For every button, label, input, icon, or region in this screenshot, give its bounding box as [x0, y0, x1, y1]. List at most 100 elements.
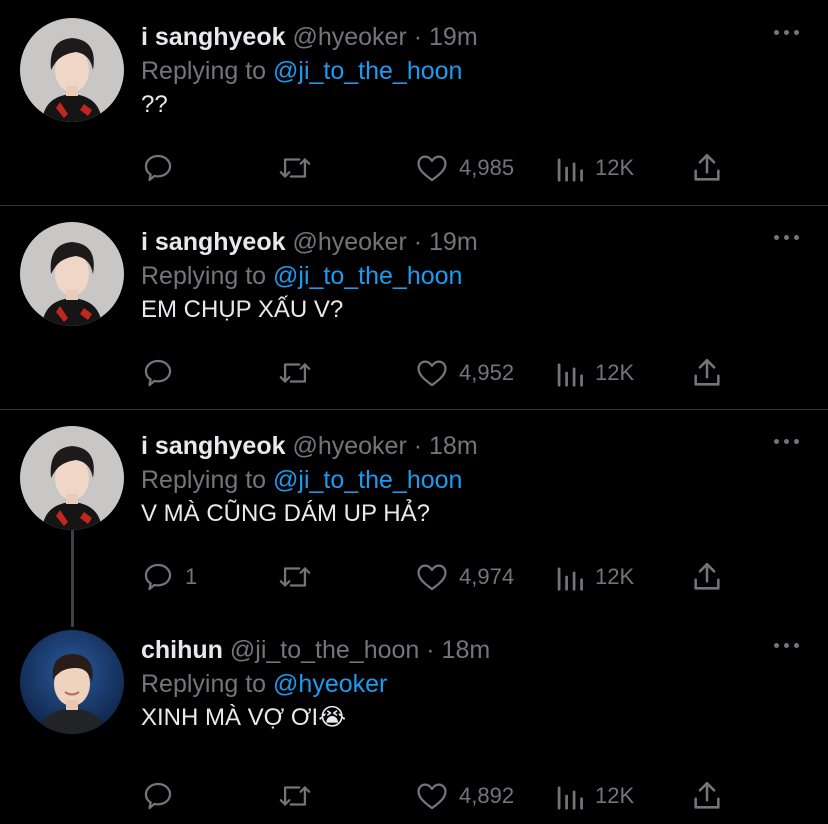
- replying-to-line: Replying to @hyeoker: [141, 667, 387, 701]
- avatar[interactable]: [20, 18, 124, 122]
- tweet-header: chihun @ji_to_the_hoon · 18m: [141, 633, 490, 667]
- retweet-icon: [279, 363, 311, 383]
- like-count: 4,985: [459, 155, 515, 180]
- reply-button[interactable]: [141, 778, 175, 814]
- like-button[interactable]: 4,974: [415, 559, 514, 595]
- like-button[interactable]: 4,892: [415, 778, 514, 814]
- tweet-text: XINH MÀ VỢ ƠI😭: [141, 704, 347, 731]
- separator: ·: [426, 636, 435, 664]
- replying-to-label: Replying to: [141, 57, 267, 85]
- retweet-button[interactable]: [276, 150, 314, 186]
- view-count: 12K: [595, 360, 635, 385]
- avatar[interactable]: [20, 222, 124, 326]
- more-icon[interactable]: [774, 233, 800, 243]
- separator: ·: [413, 228, 423, 256]
- tweet-text: ??: [141, 91, 168, 118]
- username[interactable]: @hyeoker: [292, 228, 406, 256]
- share-button[interactable]: [690, 355, 724, 391]
- like-count: 4,952: [459, 360, 515, 385]
- views-button[interactable]: 12K: [555, 778, 634, 814]
- more-icon[interactable]: [774, 437, 800, 447]
- avatar-image: [20, 426, 124, 530]
- avatar-image: [20, 630, 124, 734]
- tweet-header: i sanghyeok @hyeoker · 19m: [141, 20, 478, 54]
- like-button[interactable]: 4,952: [415, 355, 514, 391]
- share-button[interactable]: [690, 150, 724, 186]
- views-icon: [557, 158, 583, 182]
- replying-to-label: Replying to: [141, 670, 267, 698]
- retweet-icon: [279, 158, 311, 178]
- reply-icon: [144, 154, 172, 182]
- replying-to-label: Replying to: [141, 262, 267, 290]
- avatar-image: [20, 222, 124, 326]
- view-count: 12K: [595, 564, 635, 589]
- like-count: 4,974: [459, 564, 515, 589]
- more-icon[interactable]: [774, 641, 800, 651]
- separator: ·: [413, 23, 423, 51]
- views-icon: [557, 567, 583, 591]
- tweet[interactable]: i sanghyeok @hyeoker · 19m Replying to @…: [0, 205, 828, 409]
- share-icon: [694, 153, 720, 181]
- retweet-button[interactable]: [276, 355, 314, 391]
- replying-to-line: Replying to @ji_to_the_hoon: [141, 259, 462, 293]
- retweet-button[interactable]: [276, 559, 314, 595]
- reply-count: 1: [185, 564, 198, 589]
- replying-to-line: Replying to @ji_to_the_hoon: [141, 463, 462, 497]
- tweet[interactable]: chihun @ji_to_the_hoon · 18m Replying to…: [0, 613, 828, 824]
- view-count: 12K: [595, 155, 635, 180]
- reply-icon: [144, 563, 172, 591]
- timestamp[interactable]: 18m: [429, 432, 478, 460]
- timestamp[interactable]: 19m: [429, 228, 478, 256]
- tweet-text: V MÀ CŨNG DÁM UP HẢ?: [141, 500, 430, 527]
- tweet-actions: 1 4,974 12K: [0, 559, 828, 595]
- avatar[interactable]: [20, 426, 124, 530]
- retweet-icon: [279, 786, 311, 806]
- reply-button[interactable]: [141, 355, 175, 391]
- retweet-button[interactable]: [276, 778, 314, 814]
- like-button[interactable]: 4,985: [415, 150, 514, 186]
- replying-to-label: Replying to: [141, 466, 267, 494]
- share-icon: [694, 562, 720, 590]
- avatar[interactable]: [20, 630, 124, 734]
- display-name[interactable]: chihun: [141, 636, 223, 664]
- views-button[interactable]: 12K: [555, 559, 634, 595]
- avatar-image: [20, 18, 124, 122]
- heart-icon: [417, 360, 447, 387]
- mention-link[interactable]: @ji_to_the_hoon: [273, 262, 462, 290]
- tweet-actions: 4,985 12K: [0, 150, 828, 186]
- tweet-header: i sanghyeok @hyeoker · 18m: [141, 429, 478, 463]
- display-name[interactable]: i sanghyeok: [141, 432, 286, 460]
- tweet[interactable]: i sanghyeok @hyeoker · 18m Replying to @…: [0, 409, 828, 617]
- tweet-actions: 4,892 12K: [0, 778, 828, 814]
- timestamp[interactable]: 18m: [442, 636, 491, 664]
- like-count: 4,892: [459, 783, 515, 808]
- display-name[interactable]: i sanghyeok: [141, 23, 286, 51]
- reply-button[interactable]: [141, 150, 175, 186]
- views-button[interactable]: 12K: [555, 355, 634, 391]
- views-button[interactable]: 12K: [555, 150, 634, 186]
- username[interactable]: @ji_to_the_hoon: [230, 636, 419, 664]
- view-count: 12K: [595, 783, 635, 808]
- share-button[interactable]: [690, 778, 724, 814]
- tweet-actions: 4,952 12K: [0, 355, 828, 391]
- timestamp[interactable]: 19m: [429, 23, 478, 51]
- username[interactable]: @hyeoker: [292, 23, 406, 51]
- mention-link[interactable]: @ji_to_the_hoon: [273, 57, 462, 85]
- reply-button[interactable]: 1: [141, 559, 197, 595]
- more-icon[interactable]: [774, 28, 800, 38]
- display-name[interactable]: i sanghyeok: [141, 228, 286, 256]
- username[interactable]: @hyeoker: [292, 432, 406, 460]
- retweet-icon: [279, 567, 311, 587]
- share-icon: [694, 358, 720, 386]
- separator: ·: [413, 432, 423, 460]
- tweet[interactable]: i sanghyeok @hyeoker · 19m Replying to @…: [0, 0, 828, 205]
- mention-link[interactable]: @ji_to_the_hoon: [273, 466, 462, 494]
- share-button[interactable]: [690, 559, 724, 595]
- heart-icon: [417, 783, 447, 810]
- reply-icon: [144, 782, 172, 810]
- mention-link[interactable]: @hyeoker: [273, 670, 387, 698]
- views-icon: [557, 786, 583, 810]
- heart-icon: [417, 564, 447, 591]
- tweet-header: i sanghyeok @hyeoker · 19m: [141, 225, 478, 259]
- tweet-text: EM CHỤP XẤU V?: [141, 296, 344, 323]
